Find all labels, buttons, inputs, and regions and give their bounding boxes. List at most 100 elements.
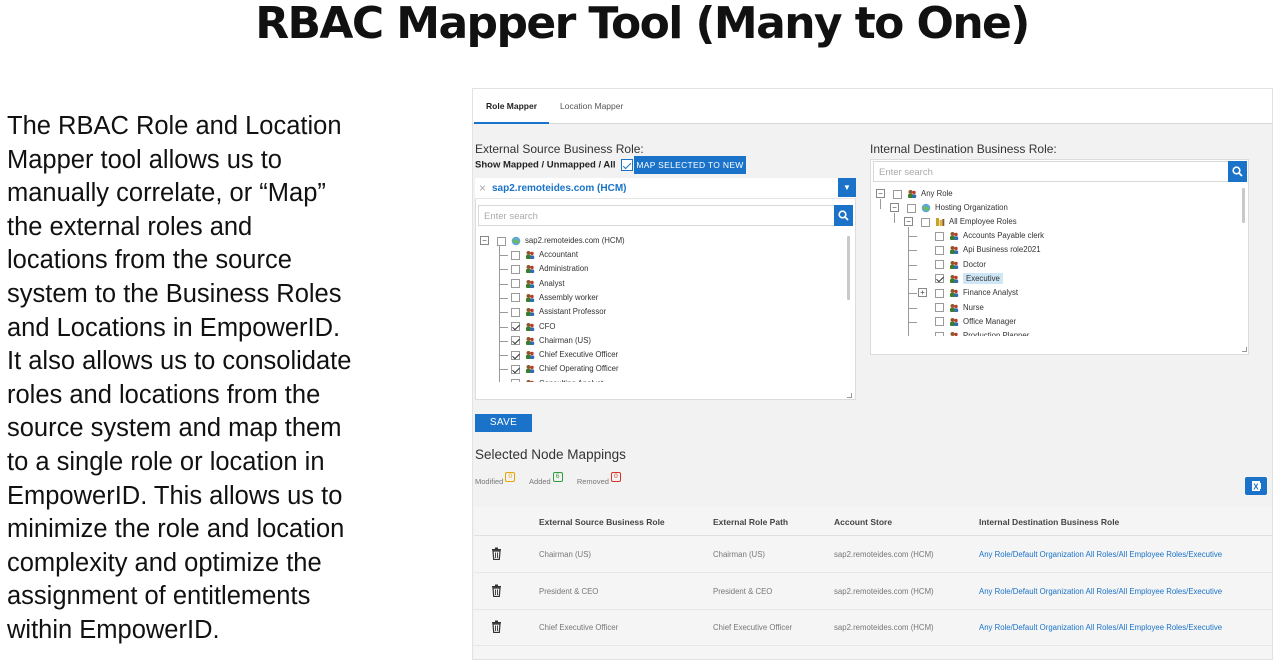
cell-destination-role[interactable]: Any Role/Default Organization All Roles/… xyxy=(979,550,1222,559)
checkbox-icon[interactable] xyxy=(511,307,520,317)
tree-item[interactable]: Finance Analyst xyxy=(935,286,1018,300)
checkbox-icon[interactable] xyxy=(935,245,944,255)
checkbox-icon[interactable] xyxy=(511,336,520,346)
search-icon[interactable] xyxy=(834,205,853,226)
tree-item[interactable]: Accountant xyxy=(511,248,578,262)
checkbox-icon[interactable] xyxy=(921,217,930,227)
tree-expander-icon[interactable]: − xyxy=(876,189,885,198)
checkbox-icon[interactable] xyxy=(935,303,944,312)
tree-item[interactable]: Nurse xyxy=(935,301,984,315)
tree-item[interactable]: Accounts Payable clerk xyxy=(935,229,1044,243)
checkbox-icon[interactable] xyxy=(935,288,944,298)
tree-item-label: Chief Executive Officer xyxy=(539,350,619,360)
role-icon xyxy=(525,264,535,274)
checkbox-icon[interactable] xyxy=(511,350,520,360)
checkbox-icon[interactable] xyxy=(511,279,520,289)
column-header[interactable]: Account Store xyxy=(834,517,892,527)
column-header[interactable]: Internal Destination Business Role xyxy=(979,517,1119,527)
destination-search-input[interactable] xyxy=(874,163,1246,182)
source-scrollbar[interactable] xyxy=(847,236,850,300)
role-icon xyxy=(525,336,535,346)
tree-item[interactable]: Assembly worker xyxy=(511,291,598,305)
destination-search xyxy=(873,161,1247,182)
checkbox-icon[interactable] xyxy=(935,231,944,241)
checkbox-icon[interactable] xyxy=(511,264,520,274)
tree-item[interactable]: Chief Operating Officer xyxy=(511,362,619,376)
tree-expander-icon[interactable]: − xyxy=(904,217,913,226)
role-icon xyxy=(949,331,959,336)
resize-handle[interactable] xyxy=(1242,347,1247,352)
destination-scrollbar[interactable] xyxy=(1242,188,1245,223)
column-header[interactable]: External Source Business Role xyxy=(539,517,665,527)
tree-expander-icon[interactable]: + xyxy=(918,288,927,298)
tree-item[interactable]: Doctor xyxy=(935,258,986,272)
tree-item[interactable]: Office Manager xyxy=(935,315,1016,329)
tree-node-label: Hosting Organization xyxy=(935,203,1008,212)
checkbox-icon[interactable] xyxy=(511,364,520,374)
cell-role-path: President & CEO xyxy=(713,586,773,596)
tree-item[interactable]: CFO xyxy=(511,320,555,334)
checkbox-icon[interactable] xyxy=(935,317,944,327)
map-selected-to-new-button[interactable]: MAP SELECTED TO NEW xyxy=(634,156,746,174)
tab-location-mapper[interactable]: Location Mapper xyxy=(548,89,635,124)
tree-item[interactable]: Consulting Analyst xyxy=(511,377,603,382)
checkbox-icon[interactable] xyxy=(511,250,520,260)
legend-removed: Removed0 xyxy=(577,472,621,486)
cell-destination-role[interactable]: Any Role/Default Organization All Roles/… xyxy=(979,623,1222,632)
show-mapped-filter: Show Mapped / Unmapped / All xyxy=(475,159,634,171)
table-header: External Source Business Role External R… xyxy=(474,507,1272,536)
tree-item-label: Doctor xyxy=(963,259,986,269)
excel-export-icon[interactable]: X xyxy=(1245,477,1267,495)
tree-root[interactable]: sap2.remoteides.com (HCM) xyxy=(497,234,625,248)
folder-icon xyxy=(935,217,945,227)
checkbox-icon[interactable] xyxy=(511,379,520,382)
tree-item[interactable]: Administration xyxy=(511,262,588,276)
slide-title: RBAC Mapper Tool (Many to One) xyxy=(255,0,1030,49)
role-icon xyxy=(525,364,535,374)
tree-item[interactable]: Assistant Professor xyxy=(511,305,606,319)
tree-item[interactable]: Analyst xyxy=(511,277,565,291)
checkbox-icon[interactable] xyxy=(935,260,944,270)
checkbox-icon[interactable] xyxy=(511,293,520,303)
role-icon xyxy=(525,322,535,332)
tab-bar: Role Mapper Location Mapper xyxy=(473,89,1272,124)
tree-node-all-employee-roles[interactable]: All Employee Roles xyxy=(921,215,1017,229)
tree-item[interactable]: Chairman (US) xyxy=(511,334,591,348)
search-icon[interactable] xyxy=(1228,161,1247,182)
tree-item[interactable]: Chief Executive Officer xyxy=(511,348,618,362)
chevron-down-icon[interactable]: ▼ xyxy=(838,178,856,197)
checkbox-icon[interactable] xyxy=(935,331,944,336)
tree-node-any-role[interactable]: Any Role xyxy=(893,187,953,201)
checkbox-icon[interactable] xyxy=(907,203,916,213)
checkbox-icon[interactable] xyxy=(511,322,520,331)
tree-root-label: sap2.remoteides.com (HCM) xyxy=(525,236,625,245)
trash-icon[interactable] xyxy=(491,584,502,597)
tree-item[interactable]: Production Planner xyxy=(935,329,1029,336)
tab-role-mapper[interactable]: Role Mapper xyxy=(474,89,550,124)
tree-node-hosting-organization[interactable]: Hosting Organization xyxy=(907,201,1008,215)
role-icon xyxy=(907,189,917,199)
column-header[interactable]: External Role Path xyxy=(713,517,788,527)
source-tree: − sap2.remoteides.com (HCM) Accountant Ad… xyxy=(478,233,853,382)
source-heading: External Source Business Role: xyxy=(475,142,644,156)
show-mapped-checkbox[interactable] xyxy=(621,159,634,171)
trash-icon[interactable] xyxy=(491,620,502,634)
save-button[interactable]: SAVE xyxy=(475,414,532,432)
checkbox-icon[interactable] xyxy=(935,274,944,284)
show-mapped-label[interactable]: Show Mapped / Unmapped / All xyxy=(475,160,616,171)
resize-handle[interactable] xyxy=(847,393,852,398)
tree-item[interactable]: Executive xyxy=(935,272,1003,286)
cell-destination-role[interactable]: Any Role/Default Organization All Roles/… xyxy=(979,587,1222,596)
tree-item[interactable]: Api Business role2021 xyxy=(935,243,1041,257)
tree-expander-icon[interactable]: − xyxy=(480,236,489,245)
role-icon xyxy=(949,231,959,241)
checkbox-icon[interactable] xyxy=(893,189,902,199)
trash-icon[interactable] xyxy=(491,547,502,561)
source-search-input[interactable] xyxy=(479,207,852,226)
table-row: Chief Executive Officer Chief Executive O… xyxy=(474,609,1272,646)
source-search xyxy=(478,205,853,226)
tree-item-label: Office Manager xyxy=(963,316,1017,326)
source-system-select[interactable]: × sap2.remoteides.com (HCM) ▼ xyxy=(475,178,856,199)
clear-icon[interactable]: × xyxy=(479,181,486,195)
tree-expander-icon[interactable]: − xyxy=(890,203,899,212)
